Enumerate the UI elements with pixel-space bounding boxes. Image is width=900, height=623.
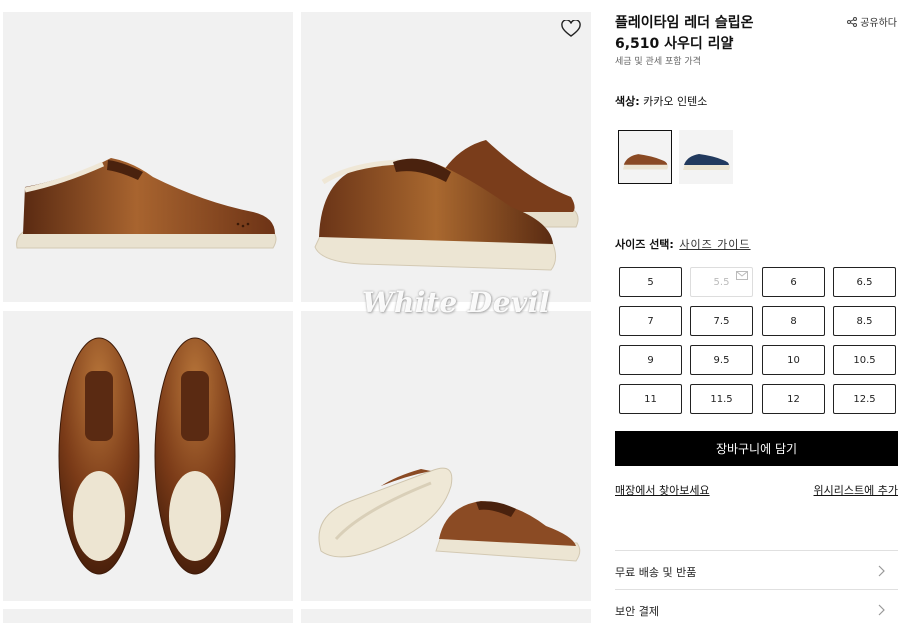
add-to-cart-button[interactable]: 장바구니에 담기 — [615, 431, 898, 466]
size-label: 사이즈 선택: — [615, 238, 674, 251]
add-to-wishlist-link[interactable]: 위시리스트에 추가 — [814, 482, 898, 498]
share-label: 공유하다 — [860, 18, 897, 29]
accordion-shipping-returns[interactable]: 무료 배송 및 반품 — [615, 550, 898, 588]
share-icon — [847, 16, 858, 27]
shoe-pair-illustration — [314, 140, 579, 271]
size-option[interactable]: 7 — [619, 306, 682, 336]
size-option[interactable]: 6.5 — [833, 267, 896, 297]
wishlist-heart-icon[interactable] — [561, 20, 581, 38]
size-option[interactable]: 5 — [619, 267, 682, 297]
tax-note: 세금 및 관세 포함 가격 — [615, 57, 701, 67]
product-price: 6,510 사우디 리얄 — [615, 36, 734, 52]
size-option[interactable]: 9 — [619, 345, 682, 375]
mail-icon — [736, 271, 748, 280]
shoe-top-illustration — [58, 337, 236, 575]
size-option[interactable]: 9.5 — [690, 345, 753, 375]
accordion-secure-payment[interactable]: 보안 결제 — [615, 589, 898, 623]
size-option-label: 5.5 — [713, 276, 730, 288]
color-value: 카카오 인텐소 — [643, 95, 708, 108]
color-selection: 색상: 카카오 인텐소 — [615, 93, 707, 109]
color-swatch-navy[interactable] — [679, 130, 733, 184]
accordion-label: 보안 결제 — [615, 605, 659, 618]
product-image-three-quarter[interactable] — [301, 12, 591, 302]
size-option[interactable]: 11 — [619, 384, 682, 414]
size-selection-header: 사이즈 선택: 사이즈 가이드 — [615, 236, 751, 252]
find-in-store-link[interactable]: 매장에서 찾아보세요 — [615, 482, 710, 498]
size-option[interactable]: 12 — [762, 384, 825, 414]
color-label: 색상: — [615, 95, 640, 108]
size-option-unavailable[interactable]: 5.5 — [690, 267, 753, 297]
product-image-top[interactable] — [3, 311, 293, 601]
size-option[interactable]: 10 — [762, 345, 825, 375]
accordion-label: 무료 배송 및 반품 — [615, 566, 697, 579]
size-option[interactable]: 7.5 — [690, 306, 753, 336]
product-image-sole[interactable] — [301, 311, 591, 601]
size-option[interactable]: 8.5 — [833, 306, 896, 336]
product-title: 플레이타임 레더 슬립온 — [615, 15, 754, 31]
size-guide-link[interactable]: 사이즈 가이드 — [679, 238, 750, 251]
product-gallery: White Devil — [0, 0, 600, 623]
chevron-right-icon — [878, 604, 885, 616]
shoe-side-illustration — [16, 158, 277, 249]
product-image-6[interactable] — [301, 609, 591, 623]
size-option[interactable]: 10.5 — [833, 345, 896, 375]
color-swatch-brown[interactable] — [618, 130, 672, 184]
size-option[interactable]: 8 — [762, 306, 825, 336]
size-option[interactable]: 6 — [762, 267, 825, 297]
product-image-side[interactable] — [3, 12, 293, 302]
product-image-5[interactable] — [3, 609, 293, 623]
shoe-sole-illustration — [318, 467, 581, 562]
size-option[interactable]: 11.5 — [690, 384, 753, 414]
size-option[interactable]: 12.5 — [833, 384, 896, 414]
share-button[interactable]: 공유하다 — [847, 14, 897, 29]
chevron-right-icon — [878, 565, 885, 577]
